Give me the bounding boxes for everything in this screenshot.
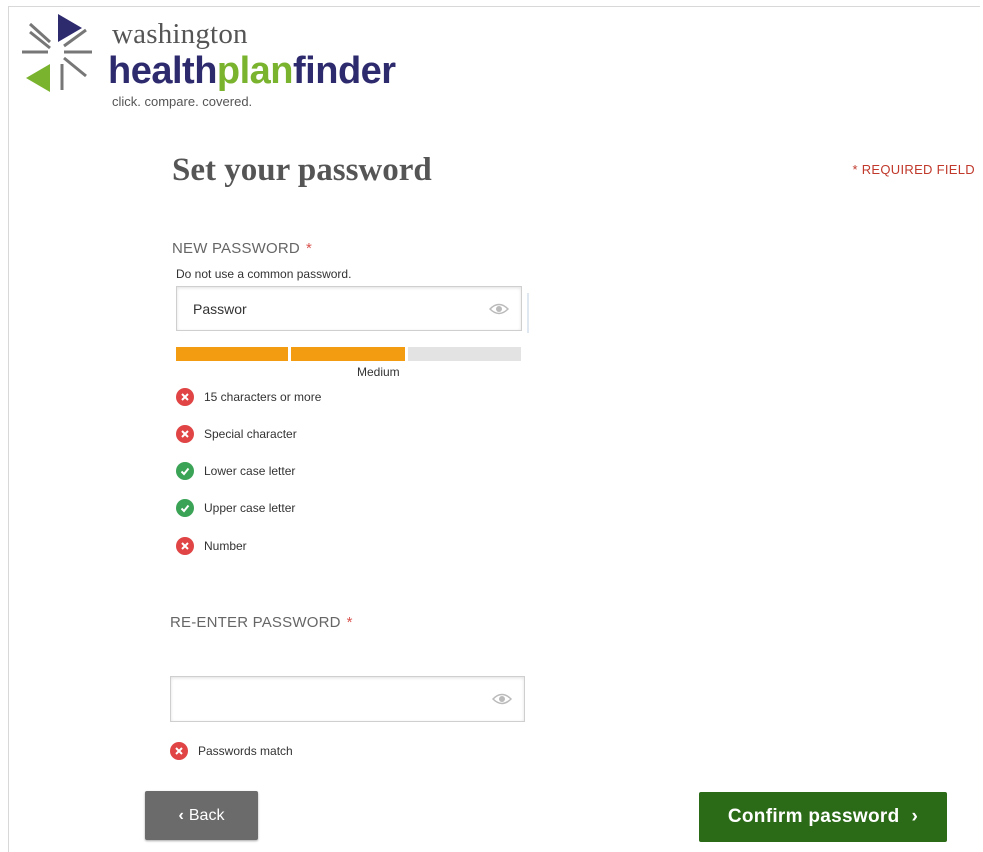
rule-text: 15 characters or more [204, 390, 322, 404]
required-mark: * [346, 614, 353, 631]
rule-text: Upper case letter [204, 501, 296, 515]
check-icon [176, 462, 194, 480]
confirm-button-label: Confirm password [727, 806, 900, 827]
brand-name-part: health [108, 50, 217, 92]
rule-item: Upper case letter [176, 498, 295, 518]
fail-icon [176, 537, 194, 555]
strength-segment-1 [176, 347, 288, 361]
page-frame [8, 6, 980, 852]
brand-name-part: finder [293, 50, 396, 92]
rule-item: 15 characters or more [176, 387, 321, 407]
rule-text: Special character [204, 427, 297, 441]
fail-icon [176, 425, 194, 443]
brand-name-top: washington [112, 18, 248, 50]
new-password-hint: Do not use a common password. [176, 267, 352, 281]
rule-item: Lower case letter [176, 461, 295, 481]
check-icon [176, 499, 194, 517]
rule-item: Passwords match [170, 741, 293, 761]
new-password-input[interactable] [177, 287, 521, 330]
rule-item: Special character [176, 424, 297, 444]
back-button-label: Back [188, 806, 225, 824]
page-title: Set your password [172, 152, 432, 188]
chevron-left-icon: ‹ [178, 806, 184, 824]
brand-logo[interactable]: washington healthplanfinder click. compa… [20, 12, 440, 112]
reenter-password-label-text: RE-ENTER PASSWORD [170, 614, 341, 631]
eye-icon[interactable] [489, 302, 509, 316]
required-mark: * [305, 240, 313, 257]
back-button[interactable]: ‹ Back [145, 791, 258, 840]
rule-text: Passwords match [198, 744, 293, 758]
logo-mark-icon [22, 14, 92, 92]
strength-segment-2 [291, 347, 405, 361]
rule-item: Number [176, 536, 247, 556]
new-password-label-text: NEW PASSWORD [172, 240, 300, 257]
confirm-password-button[interactable]: Confirm password › [699, 792, 947, 842]
brand-name-main: healthplanfinder [108, 50, 396, 93]
eye-icon[interactable] [492, 692, 512, 706]
reenter-password-field[interactable] [170, 676, 525, 722]
rule-text: Lower case letter [204, 464, 296, 478]
new-password-field[interactable] [176, 286, 522, 331]
strength-label: Medium [357, 365, 400, 379]
fail-icon [170, 742, 188, 760]
brand-name-part: plan [216, 50, 294, 92]
fail-icon [176, 388, 194, 406]
reenter-password-label: RE-ENTER PASSWORD * [170, 614, 353, 631]
reenter-password-input[interactable] [171, 677, 524, 721]
brand-tagline: click. compare. covered. [112, 94, 253, 109]
chevron-right-icon: › [911, 806, 919, 827]
required-field-note: * REQUIRED FIELD [852, 162, 975, 177]
rule-text: Number [204, 539, 247, 553]
field-focus-accent [527, 293, 529, 333]
strength-segment-3 [408, 347, 521, 361]
new-password-label: NEW PASSWORD * [172, 240, 312, 257]
